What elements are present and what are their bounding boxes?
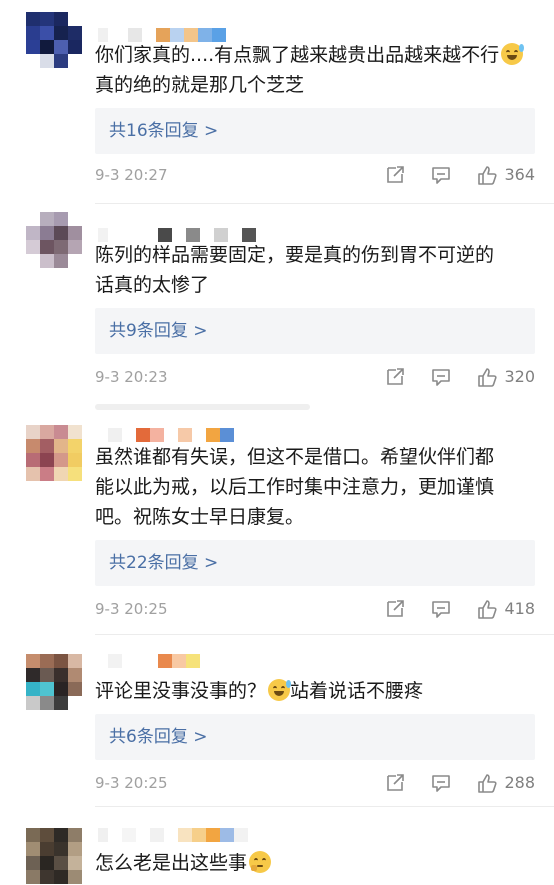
comment-meta: 9-3 20:25 418: [95, 598, 540, 622]
comment-time: 9-3 20:25: [95, 774, 168, 792]
like-count: 320: [504, 367, 535, 386]
thumbs-up-icon[interactable]: [476, 772, 498, 794]
share-icon[interactable]: [384, 366, 406, 388]
comment-text: 虽然谁都有失误，但这不是借口。希望伙伴们都 能以此为戒，以后工作时集中注意力，更…: [95, 446, 495, 528]
like-count: 364: [504, 165, 535, 184]
divider: [95, 634, 554, 635]
comment-meta: 9-3 20:23 320: [95, 366, 540, 390]
divider: [95, 806, 554, 807]
thinking-emoji: [249, 851, 272, 873]
sweat-smile-emoji: [268, 679, 292, 701]
comment-text: 你们家真的....有点飘了越来越贵出品越来越不行 真的绝的就是那几个芝芝: [95, 40, 535, 100]
divider: [95, 404, 310, 410]
share-icon[interactable]: [384, 598, 406, 620]
avatar[interactable]: [26, 12, 82, 68]
comment-icon[interactable]: [430, 366, 452, 388]
comment-meta: 9-3 20:25 288: [95, 772, 540, 796]
comment-time: 9-3 20:25: [95, 600, 168, 618]
comment-time: 9-3 20:23: [95, 368, 168, 386]
comment-text: 怎么老是出这些事: [95, 848, 535, 878]
reply-box[interactable]: 共16条回复 >: [95, 108, 535, 154]
view-replies-link[interactable]: 共9条回复 >: [109, 320, 207, 342]
username-redacted[interactable]: [98, 828, 248, 842]
action-bar: 364: [384, 164, 535, 186]
avatar[interactable]: [26, 654, 82, 710]
like-count: 288: [504, 773, 535, 792]
avatar[interactable]: [26, 828, 82, 884]
username-redacted[interactable]: [98, 428, 248, 442]
comment-meta: 9-3 20:27 364: [95, 164, 540, 188]
thumbs-up-icon[interactable]: [476, 598, 498, 620]
view-replies-link[interactable]: 共22条回复 >: [109, 552, 218, 574]
comment-icon[interactable]: [430, 598, 452, 620]
action-bar: 288: [384, 772, 535, 794]
divider: [95, 203, 554, 204]
thumbs-up-icon[interactable]: [476, 366, 498, 388]
like-count: 418: [504, 599, 535, 618]
thumbs-up-icon[interactable]: [476, 164, 498, 186]
reply-box[interactable]: 共22条回复 >: [95, 540, 535, 586]
reply-box[interactable]: 共6条回复 >: [95, 714, 535, 760]
action-bar: 320: [384, 366, 535, 388]
avatar[interactable]: [26, 212, 82, 268]
comment-text: 评论里没事没事的？ 站着说话不腰疼: [95, 679, 424, 702]
share-icon[interactable]: [384, 164, 406, 186]
view-replies-link[interactable]: 共6条回复 >: [109, 726, 207, 748]
username-redacted[interactable]: [98, 654, 200, 668]
sweat-smile-emoji: [501, 43, 525, 65]
share-icon[interactable]: [384, 772, 406, 794]
comment-icon[interactable]: [430, 164, 452, 186]
action-bar: 418: [384, 598, 535, 620]
comment-text: 陈列的样品需要固定，要是真的伤到胃不可逆的 话真的太惨了: [95, 244, 495, 296]
avatar[interactable]: [26, 425, 82, 481]
view-replies-link[interactable]: 共16条回复 >: [109, 120, 218, 142]
reply-box[interactable]: 共9条回复 >: [95, 308, 535, 354]
comment-time: 9-3 20:27: [95, 166, 168, 184]
comment-icon[interactable]: [430, 772, 452, 794]
